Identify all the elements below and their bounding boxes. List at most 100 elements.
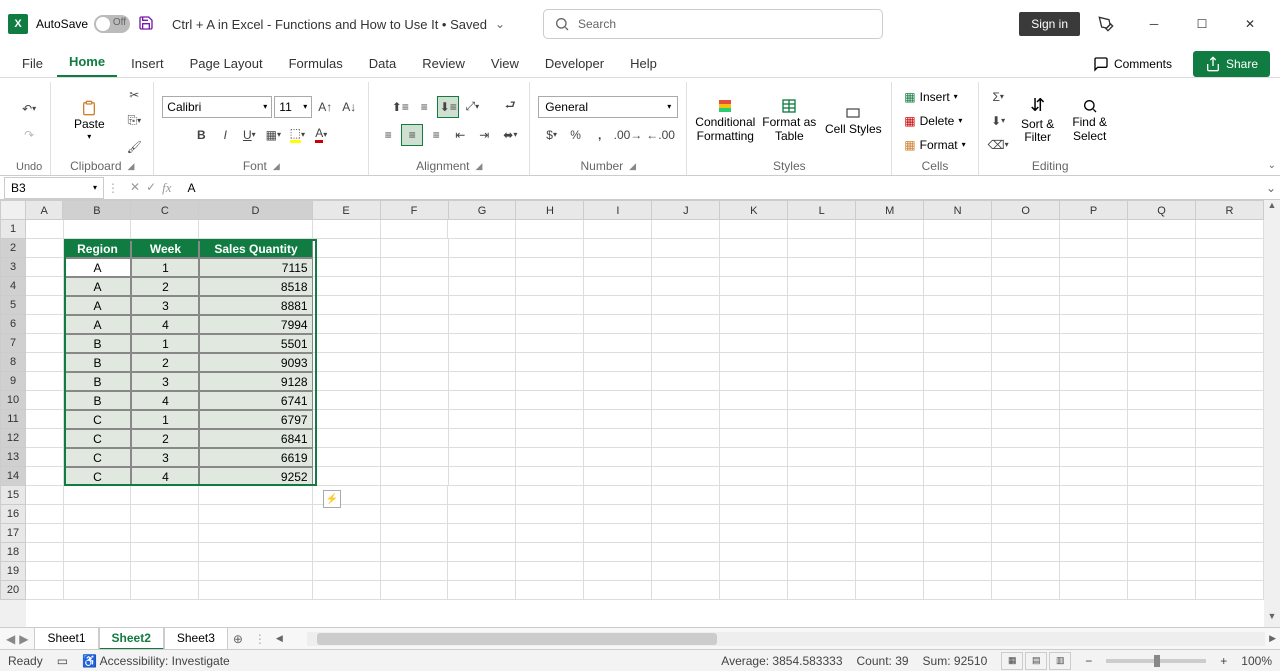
cell-O7[interactable] (992, 334, 1060, 353)
cell-J8[interactable] (652, 353, 720, 372)
comma-button[interactable]: , (589, 124, 611, 146)
page-break-view-button[interactable]: ▥ (1049, 652, 1071, 670)
cell-Q2[interactable] (1128, 239, 1196, 258)
cell-B1[interactable] (64, 220, 132, 239)
cell-O15[interactable] (992, 486, 1060, 505)
decrease-font-button[interactable]: A↓ (338, 96, 360, 118)
cell-G5[interactable] (449, 296, 517, 315)
cell-G18[interactable] (448, 543, 516, 562)
cell-J17[interactable] (652, 524, 720, 543)
align-left-button[interactable]: ≡ (377, 124, 399, 146)
cell-G20[interactable] (448, 581, 516, 600)
cell-O2[interactable] (992, 239, 1060, 258)
cell-H5[interactable] (516, 296, 584, 315)
cell-D19[interactable] (199, 562, 312, 581)
cell-P17[interactable] (1060, 524, 1128, 543)
cell-Q8[interactable] (1128, 353, 1196, 372)
cell-F14[interactable] (381, 467, 449, 486)
row-header-7[interactable]: 7 (0, 334, 26, 353)
sheet-tab-sheet3[interactable]: Sheet3 (164, 627, 228, 650)
tab-file[interactable]: File (10, 50, 55, 77)
cell-L18[interactable] (788, 543, 856, 562)
cell-I19[interactable] (584, 562, 652, 581)
cell-M19[interactable] (856, 562, 924, 581)
cell-F15[interactable] (381, 486, 449, 505)
cell-B13[interactable]: C (64, 448, 132, 467)
cell-K8[interactable] (720, 353, 788, 372)
column-header-G[interactable]: G (449, 200, 517, 220)
cell-R4[interactable] (1196, 277, 1264, 296)
cell-Q5[interactable] (1128, 296, 1196, 315)
cell-B15[interactable] (64, 486, 132, 505)
cell-F2[interactable] (381, 239, 449, 258)
column-header-B[interactable]: B (63, 200, 131, 220)
cell-K13[interactable] (720, 448, 788, 467)
cell-K9[interactable] (720, 372, 788, 391)
sheet-nav-prev-icon[interactable]: ◀ (6, 632, 15, 646)
column-header-R[interactable]: R (1196, 200, 1264, 220)
clipboard-launcher-icon[interactable]: ◢ (128, 161, 135, 172)
cell-C10[interactable]: 4 (131, 391, 199, 410)
cell-Q14[interactable] (1128, 467, 1196, 486)
cell-E8[interactable] (313, 353, 381, 372)
cell-G7[interactable] (449, 334, 517, 353)
cell-G1[interactable] (448, 220, 516, 239)
row-header-10[interactable]: 10 (0, 391, 26, 410)
cell-H11[interactable] (516, 410, 584, 429)
number-format-select[interactable]: General▾ (538, 96, 678, 118)
cell-G16[interactable] (448, 505, 516, 524)
cell-I13[interactable] (584, 448, 652, 467)
cell-L19[interactable] (788, 562, 856, 581)
underline-button[interactable]: U ▾ (238, 124, 260, 146)
cell-I17[interactable] (584, 524, 652, 543)
cell-Q13[interactable] (1128, 448, 1196, 467)
cell-F17[interactable] (381, 524, 449, 543)
zoom-slider[interactable] (1106, 659, 1206, 663)
sheet-tab-sheet2[interactable]: Sheet2 (99, 627, 164, 650)
cell-A16[interactable] (26, 505, 64, 524)
cell-F20[interactable] (381, 581, 449, 600)
number-launcher-icon[interactable]: ◢ (629, 161, 636, 172)
tab-home[interactable]: Home (57, 48, 117, 77)
cell-D12[interactable]: 6841 (199, 429, 312, 448)
cell-J10[interactable] (652, 391, 720, 410)
cell-I18[interactable] (584, 543, 652, 562)
fill-button[interactable]: ⬇ ▾ (987, 110, 1009, 132)
enter-formula-icon[interactable]: ✓ (146, 180, 156, 196)
clear-button[interactable]: ⌫ ▾ (987, 134, 1010, 156)
cell-C8[interactable]: 2 (131, 353, 199, 372)
row-header-20[interactable]: 20 (0, 581, 26, 600)
cell-Q19[interactable] (1128, 562, 1196, 581)
cell-J3[interactable] (652, 258, 720, 277)
scroll-up-icon[interactable]: ▲ (1264, 200, 1280, 216)
column-header-F[interactable]: F (381, 200, 449, 220)
cell-Q6[interactable] (1128, 315, 1196, 334)
cell-C17[interactable] (131, 524, 199, 543)
cell-P10[interactable] (1060, 391, 1128, 410)
cell-R6[interactable] (1196, 315, 1264, 334)
cell-C6[interactable]: 4 (131, 315, 199, 334)
collapse-ribbon-icon[interactable]: ⌄ (1268, 160, 1276, 171)
cell-C4[interactable]: 2 (131, 277, 199, 296)
cell-J1[interactable] (652, 220, 720, 239)
toggle-switch[interactable]: Off (94, 15, 130, 33)
pen-icon[interactable] (1084, 9, 1128, 39)
cell-P8[interactable] (1060, 353, 1128, 372)
cell-R16[interactable] (1196, 505, 1264, 524)
merge-button[interactable]: ⬌ ▾ (499, 124, 521, 146)
cell-K4[interactable] (720, 277, 788, 296)
cell-L16[interactable] (788, 505, 856, 524)
cell-R10[interactable] (1196, 391, 1264, 410)
normal-view-button[interactable]: ▦ (1001, 652, 1023, 670)
column-header-D[interactable]: D (199, 200, 312, 220)
spreadsheet-grid[interactable]: 1234567891011121314151617181920 ABCDEFGH… (0, 200, 1280, 627)
cell-M15[interactable] (856, 486, 924, 505)
italic-button[interactable]: I (214, 124, 236, 146)
row-header-3[interactable]: 3 (0, 258, 26, 277)
cell-L4[interactable] (788, 277, 856, 296)
cell-G17[interactable] (448, 524, 516, 543)
cell-H8[interactable] (516, 353, 584, 372)
title-dropdown-icon[interactable]: ⌄ (495, 17, 505, 31)
expand-formula-bar-icon[interactable]: ⌄ (1262, 181, 1280, 195)
cell-R3[interactable] (1196, 258, 1264, 277)
